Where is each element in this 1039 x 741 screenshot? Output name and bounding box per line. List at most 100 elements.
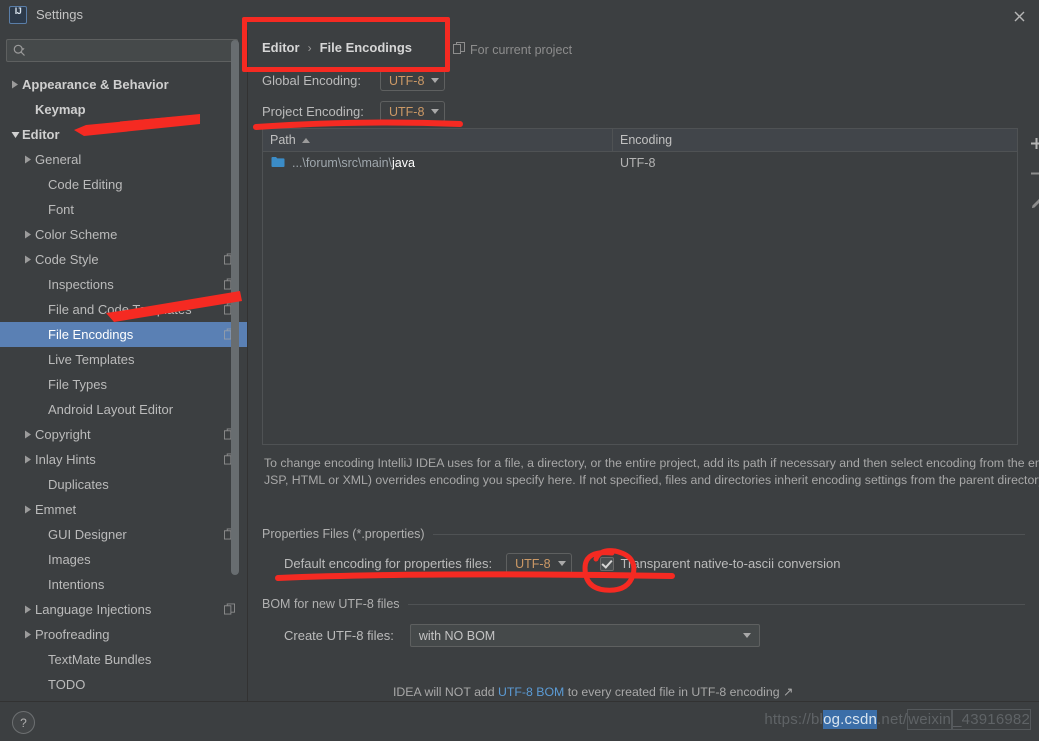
table-row[interactable]: ...\forum\src\main\java UTF-8	[263, 152, 1017, 174]
edit-button[interactable]	[1019, 188, 1039, 218]
sidebar-item-file-types[interactable]: File Types	[0, 372, 247, 397]
close-icon[interactable]	[1009, 6, 1029, 26]
watermark-part5: _43916982	[952, 709, 1031, 730]
chevron-right-icon[interactable]	[21, 597, 35, 622]
chevron-right-icon[interactable]	[21, 222, 35, 247]
sidebar-item-duplicates[interactable]: Duplicates	[0, 472, 247, 497]
search-icon	[13, 44, 26, 57]
sidebar-item-proofreading[interactable]: Proofreading	[0, 622, 247, 647]
minus-icon	[1031, 172, 1039, 174]
encodings-table: Path Encoding ...\forum\src\main\java UTF…	[262, 128, 1018, 445]
utf8-bom-link[interactable]: UTF-8 BOM	[498, 685, 564, 699]
create-utf8-files-row: Create UTF-8 files: with NO BOM	[284, 624, 760, 647]
sidebar-item-intentions[interactable]: Intentions	[0, 572, 247, 597]
chevron-right-icon[interactable]	[21, 147, 35, 172]
group-divider	[407, 603, 1025, 605]
for-current-project-label: For current project	[470, 42, 573, 57]
add-button[interactable]	[1019, 128, 1039, 158]
bom-note-prefix: IDEA will NOT add	[393, 685, 499, 699]
sidebar-item-emmet[interactable]: Emmet	[0, 497, 247, 522]
for-current-project: For current project	[453, 42, 572, 57]
chevron-right-icon[interactable]	[21, 622, 35, 647]
main-panel: Editor › File Encodings For current proj…	[248, 30, 1039, 702]
bom-title: BOM for new UTF-8 files	[262, 597, 400, 611]
chevron-down-icon[interactable]	[8, 122, 22, 147]
create-utf8-files-dropdown[interactable]: with NO BOM	[409, 624, 760, 647]
create-utf8-files-value: with NO BOM	[418, 628, 496, 643]
chevron-right-icon[interactable]	[21, 422, 35, 447]
transparent-native-to-ascii-checkbox[interactable]: Transparent native-to-ascii conversion	[599, 556, 840, 571]
global-encoding-row: Global Encoding: UTF-8	[262, 70, 446, 91]
sidebar-item-font[interactable]: Font	[0, 197, 247, 222]
path-highlight: java	[392, 156, 415, 170]
column-header-path[interactable]: Path	[263, 129, 613, 151]
column-header-encoding[interactable]: Encoding	[613, 129, 1017, 151]
sidebar-item-todo[interactable]: TODO	[0, 672, 247, 697]
breadcrumb-current: File Encodings	[319, 40, 413, 55]
sidebar-item-inspections[interactable]: Inspections	[0, 272, 247, 297]
global-encoding-value: UTF-8	[389, 73, 425, 88]
breadcrumb-parent[interactable]: Editor	[262, 40, 300, 55]
cell-path: ...\forum\src\main\java	[263, 156, 613, 171]
sidebar-item-android-layout-editor[interactable]: Android Layout Editor	[0, 397, 247, 422]
sidebar-item-appearance-behavior[interactable]: Appearance & Behavior	[0, 72, 247, 97]
sidebar-item-images[interactable]: Images	[0, 547, 247, 572]
encodings-description: To change encoding IntelliJ IDEA uses fo…	[264, 456, 1039, 487]
watermark-part1: https://bl	[764, 711, 824, 728]
sidebar-item-editor[interactable]: Editor	[0, 122, 247, 147]
sidebar-item-label: General	[35, 152, 82, 167]
breadcrumb: Editor › File Encodings	[262, 40, 412, 55]
help-button[interactable]: ?	[12, 711, 35, 734]
sidebar-item-textmate-bundles[interactable]: TextMate Bundles	[0, 647, 247, 672]
remove-button[interactable]	[1019, 158, 1039, 188]
chevron-right-icon[interactable]	[8, 72, 22, 97]
sidebar-scrollbar[interactable]	[231, 40, 239, 575]
sidebar-item-copyright[interactable]: Copyright	[0, 422, 247, 447]
sidebar-item-gui-designer[interactable]: GUI Designer	[0, 522, 247, 547]
sidebar-item-keymap[interactable]: Keymap	[0, 97, 247, 122]
bom-group-header: BOM for new UTF-8 files	[262, 597, 1025, 611]
properties-files-group-header: Properties Files (*.properties)	[262, 527, 1025, 541]
search-input[interactable]	[26, 42, 237, 59]
table-header: Path Encoding	[263, 129, 1017, 152]
search-box[interactable]	[6, 39, 238, 62]
sidebar-item-label: TODO	[48, 677, 86, 692]
default-properties-encoding-dropdown[interactable]: UTF-8	[506, 553, 572, 574]
create-utf8-files-label: Create UTF-8 files:	[284, 628, 394, 643]
sidebar-item-language-injections[interactable]: Language Injections	[0, 597, 247, 622]
settings-dialog: Settings Appearance & Behavior Keymap Edit…	[0, 0, 1039, 741]
sidebar-item-label: GUI Designer	[48, 527, 127, 542]
sidebar-item-label: Live Templates	[48, 352, 135, 367]
sidebar-item-general[interactable]: General	[0, 147, 247, 172]
chevron-down-icon	[431, 109, 440, 114]
sidebar-item-file-encodings[interactable]: File Encodings	[0, 322, 247, 347]
project-encoding-dropdown[interactable]: UTF-8	[380, 101, 446, 122]
project-encoding-value: UTF-8	[389, 104, 425, 119]
sidebar-item-color-scheme[interactable]: Color Scheme	[0, 222, 247, 247]
global-encoding-label: Global Encoding:	[262, 73, 362, 88]
sidebar-item-inlay-hints[interactable]: Inlay Hints	[0, 447, 247, 472]
chevron-down-icon	[742, 633, 751, 638]
global-encoding-dropdown[interactable]: UTF-8	[380, 70, 446, 91]
chevron-right-icon[interactable]	[21, 247, 35, 272]
sidebar-item-file-and-code-templates[interactable]: File and Code Templates	[0, 297, 247, 322]
cell-path-text: ...\forum\src\main\java	[292, 156, 415, 170]
properties-files-title: Properties Files (*.properties)	[262, 527, 425, 541]
sidebar-item-live-templates[interactable]: Live Templates	[0, 347, 247, 372]
project-encoding-row: Project Encoding: UTF-8	[262, 101, 446, 122]
chevron-right-icon[interactable]	[21, 497, 35, 522]
sidebar-item-label: Font	[48, 202, 75, 217]
sidebar-item-label: File Types	[48, 377, 108, 392]
chevron-right-icon[interactable]	[21, 447, 35, 472]
sidebar-item-code-editing[interactable]: Code Editing	[0, 172, 247, 197]
settings-sidebar: Appearance & Behavior Keymap Editor General…	[0, 30, 248, 702]
watermark-part4: weixin	[907, 709, 953, 730]
sidebar-item-code-style[interactable]: Code Style	[0, 247, 247, 272]
cell-encoding[interactable]: UTF-8	[613, 156, 1017, 170]
sidebar-item-label: Copyright	[35, 427, 91, 442]
